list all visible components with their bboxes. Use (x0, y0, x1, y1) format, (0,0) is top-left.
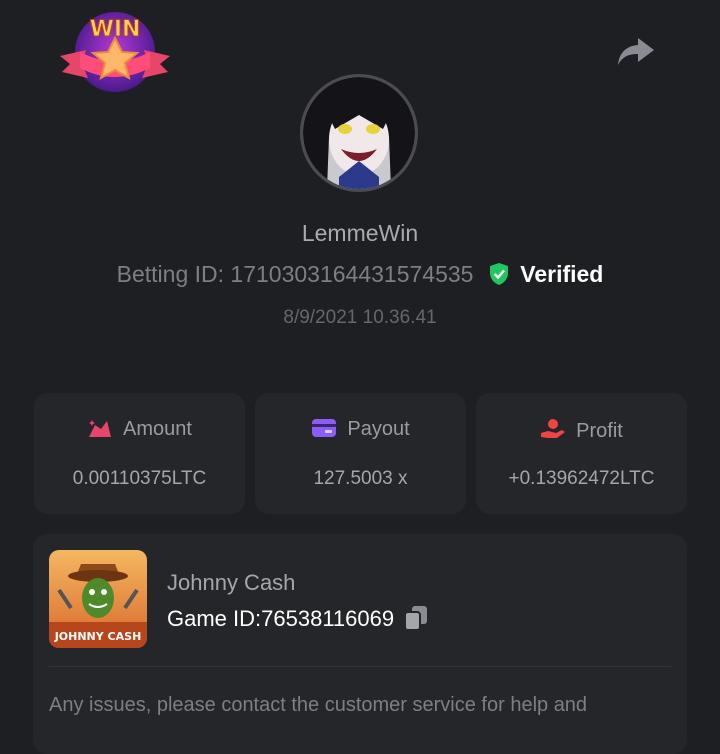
wallet-card-icon (312, 419, 337, 437)
share-arrow-icon[interactable] (616, 34, 656, 68)
stat-card-profit: Profit +0.13962472LTC (476, 393, 687, 514)
game-info-panel: JOHNNY CASH Johnny Cash Game ID:76538116… (33, 534, 687, 754)
copy-icon[interactable] (404, 605, 428, 637)
stat-label-profit: Profit (576, 420, 623, 442)
game-id-value: 76538116069 (261, 606, 395, 631)
stat-value-payout: 127.5003 x (313, 468, 408, 489)
stat-value-profit: +0.13962472LTC (508, 468, 655, 489)
game-id-line: Game ID:76538116069 (167, 605, 428, 637)
amount-icon (89, 420, 112, 437)
avatar (300, 74, 418, 192)
bet-date: 8/9/2021 10.36.41 (283, 307, 437, 328)
stat-card-amount: Amount 0.00110375LTC (34, 393, 245, 514)
divider (49, 666, 671, 667)
betting-id-line: Betting ID: 1710303164431574535 Verified (0, 261, 720, 288)
verified-shield-icon (489, 263, 508, 285)
verified-label: Verified (520, 261, 604, 287)
profit-hand-icon (541, 419, 566, 438)
game-id-label: Game ID: (167, 606, 262, 631)
stat-card-payout: Payout 127.5003 x (255, 393, 466, 514)
thumbnail-caption: JOHNNY CASH (54, 630, 142, 643)
game-name: Johnny Cash (167, 570, 296, 595)
betting-id: Betting ID: 1710303164431574535 (116, 261, 474, 287)
stat-value-amount: 0.00110375LTC (72, 468, 207, 489)
username: LemmeWin (301, 220, 419, 246)
badge-text: WIN (90, 17, 141, 42)
win-badge-logo: WIN (58, 8, 172, 96)
stat-label-payout: Payout (347, 418, 410, 440)
stat-label-amount: Amount (123, 418, 192, 440)
game-thumbnail[interactable]: JOHNNY CASH (49, 550, 147, 648)
support-notice: Any issues, please contact the customer … (49, 694, 588, 716)
